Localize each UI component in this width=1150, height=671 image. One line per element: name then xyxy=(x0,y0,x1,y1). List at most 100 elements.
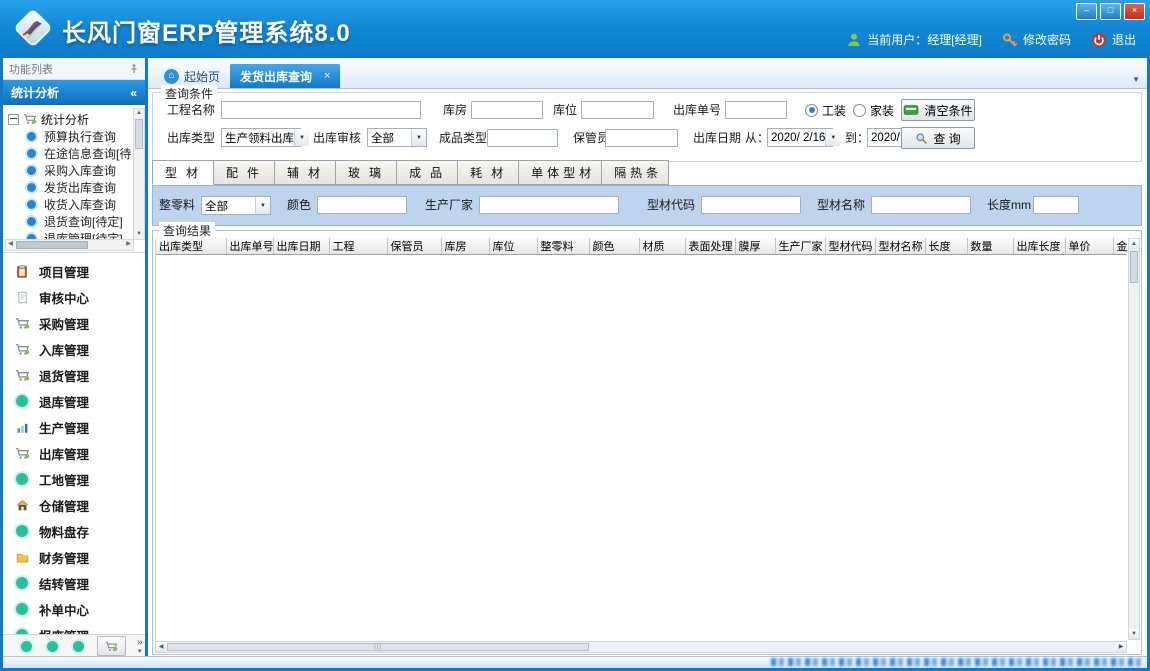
order-no-input[interactable] xyxy=(725,101,787,119)
scroll-down-icon[interactable] xyxy=(1129,629,1139,639)
sidebar-item-0[interactable]: 项目管理 xyxy=(3,258,145,284)
dropdown-arrow-icon[interactable] xyxy=(294,129,309,146)
dropdown-arrow-icon[interactable] xyxy=(411,129,426,146)
close-button[interactable]: × xyxy=(1124,3,1145,20)
scrollbar-thumb[interactable] xyxy=(135,119,143,149)
color-input[interactable] xyxy=(317,196,407,214)
scroll-down-icon[interactable] xyxy=(134,230,144,239)
tab-close-icon[interactable]: × xyxy=(324,70,330,82)
minimize-button[interactable]: – xyxy=(1076,3,1097,20)
radio-gongzhuang[interactable]: 工装 xyxy=(805,100,846,120)
material-tab-5[interactable]: 耗材 xyxy=(458,160,519,185)
column-header[interactable]: 金 xyxy=(1113,238,1127,255)
dropdown-arrow-icon[interactable] xyxy=(255,197,270,214)
module-dot-icon[interactable] xyxy=(45,639,60,654)
change-password-button[interactable]: 修改密码 xyxy=(1002,31,1071,48)
pushpin-icon[interactable] xyxy=(129,63,139,74)
column-header[interactable]: 颜色 xyxy=(589,238,639,255)
tree-vertical-scrollbar[interactable] xyxy=(133,108,145,240)
tree-horizontal-scrollbar[interactable] xyxy=(5,239,134,251)
material-tab-1[interactable]: 配件 xyxy=(214,160,275,185)
search-button[interactable]: 查 询 xyxy=(901,127,975,149)
sidebar-item-11[interactable]: 财务管理 xyxy=(3,544,145,570)
cart-module-button[interactable] xyxy=(97,636,126,656)
column-header[interactable]: 型材名称 xyxy=(875,238,925,255)
scroll-right-icon[interactable] xyxy=(124,240,133,248)
tree-item-3[interactable]: 发货出库查询 xyxy=(8,179,143,196)
scroll-left-icon[interactable] xyxy=(6,240,15,248)
sidebar-item-10[interactable]: 物料盘存 xyxy=(3,518,145,544)
sidebar-item-13[interactable]: 补单中心 xyxy=(3,596,145,622)
tree-item-4[interactable]: 收货入库查询 xyxy=(8,196,143,213)
column-header[interactable]: 表面处理 xyxy=(685,238,735,255)
logout-button[interactable]: 退出 xyxy=(1091,31,1136,48)
material-tab-2[interactable]: 辅材 xyxy=(275,160,336,185)
sidebar-item-12[interactable]: 结转管理 xyxy=(3,570,145,596)
column-header[interactable]: 保管员 xyxy=(387,238,441,255)
tree-item-2[interactable]: 采购入库查询 xyxy=(8,162,143,179)
tree-item-5[interactable]: 退货查询[待定] xyxy=(8,213,143,230)
material-tab-4[interactable]: 成品 xyxy=(397,160,458,185)
collapse-icon[interactable]: « xyxy=(130,86,137,100)
scrollbar-thumb[interactable] xyxy=(167,643,589,651)
scrollbar-thumb[interactable] xyxy=(1130,251,1138,283)
maker-input[interactable] xyxy=(479,196,619,214)
column-header[interactable]: 整零料 xyxy=(537,238,589,255)
scroll-up-icon[interactable] xyxy=(1129,239,1139,249)
column-header[interactable]: 出库日期 xyxy=(273,238,329,255)
column-header[interactable]: 出库单号 xyxy=(226,238,273,255)
sidebar-item-5[interactable]: 退库管理 xyxy=(3,388,145,414)
sidebar-item-2[interactable]: 采购管理 xyxy=(3,310,145,336)
column-header[interactable]: 出库类型 xyxy=(156,238,226,255)
column-header[interactable]: 长度 xyxy=(925,238,967,255)
column-header[interactable]: 型材代码 xyxy=(825,238,875,255)
length-input[interactable] xyxy=(1033,196,1079,214)
module-dot-icon[interactable] xyxy=(71,639,86,654)
sidebar-item-7[interactable]: 出库管理 xyxy=(3,440,145,466)
material-tab-0[interactable]: 型材 xyxy=(152,160,214,185)
column-header[interactable]: 出库长度 xyxy=(1013,238,1065,255)
tab-1[interactable]: 发货出库查询× xyxy=(230,64,340,88)
clear-conditions-button[interactable]: 清空条件 xyxy=(901,99,975,121)
location-input[interactable] xyxy=(581,101,654,119)
column-header[interactable]: 工程 xyxy=(329,238,387,255)
out-type-select[interactable]: 生产领料出库 xyxy=(221,128,301,147)
material-tab-3[interactable]: 玻璃 xyxy=(336,160,397,185)
project-name-input[interactable] xyxy=(221,101,421,119)
tabbar-chevron-down-icon[interactable] xyxy=(1132,69,1140,87)
column-header[interactable]: 膜厚 xyxy=(735,238,775,255)
sidebar-item-4[interactable]: 退货管理 xyxy=(3,362,145,388)
sidebar-item-1[interactable]: 审核中心 xyxy=(3,284,145,310)
profile-name-input[interactable] xyxy=(871,196,971,214)
overflow-chevron-icon[interactable] xyxy=(137,638,143,655)
group-header-statistics[interactable]: 统计分析 « xyxy=(3,80,145,105)
scroll-left-icon[interactable] xyxy=(156,642,166,652)
module-dot-icon[interactable] xyxy=(19,639,34,654)
grid-horizontal-scrollbar[interactable] xyxy=(155,641,1127,653)
tree-root-statistics[interactable]: 统计分析 xyxy=(8,110,143,128)
grid-vertical-scrollbar[interactable] xyxy=(1128,238,1140,640)
product-type-input[interactable] xyxy=(487,129,558,147)
material-tab-6[interactable]: 单体型材 xyxy=(519,160,602,185)
material-tab-7[interactable]: 隔热条 xyxy=(602,160,669,185)
column-header[interactable]: 单价 xyxy=(1065,238,1113,255)
date-from-select[interactable]: 2020/ 2/16 xyxy=(767,128,833,147)
maximize-button[interactable]: □ xyxy=(1100,3,1121,20)
dropdown-arrow-icon[interactable] xyxy=(825,129,840,146)
profile-code-input[interactable] xyxy=(701,196,801,214)
sidebar-item-6[interactable]: 生产管理 xyxy=(3,414,145,440)
scroll-up-icon[interactable] xyxy=(134,109,144,118)
keeper-input[interactable] xyxy=(605,129,678,147)
whole-part-select[interactable]: 全部 xyxy=(201,196,271,215)
warehouse-input[interactable] xyxy=(471,101,543,119)
radio-jiazhuang[interactable]: 家装 xyxy=(853,100,894,120)
column-header[interactable]: 生产厂家 xyxy=(775,238,825,255)
scroll-right-icon[interactable] xyxy=(1116,642,1126,652)
sidebar-item-9[interactable]: 仓储管理 xyxy=(3,492,145,518)
column-header[interactable]: 数量 xyxy=(967,238,1013,255)
tree-item-1[interactable]: 在途信息查询[待 xyxy=(8,145,143,162)
column-header[interactable]: 库位 xyxy=(489,238,537,255)
audit-select[interactable]: 全部 xyxy=(367,128,427,147)
sidebar-item-3[interactable]: 入库管理 xyxy=(3,336,145,362)
scrollbar-thumb[interactable] xyxy=(16,241,88,249)
